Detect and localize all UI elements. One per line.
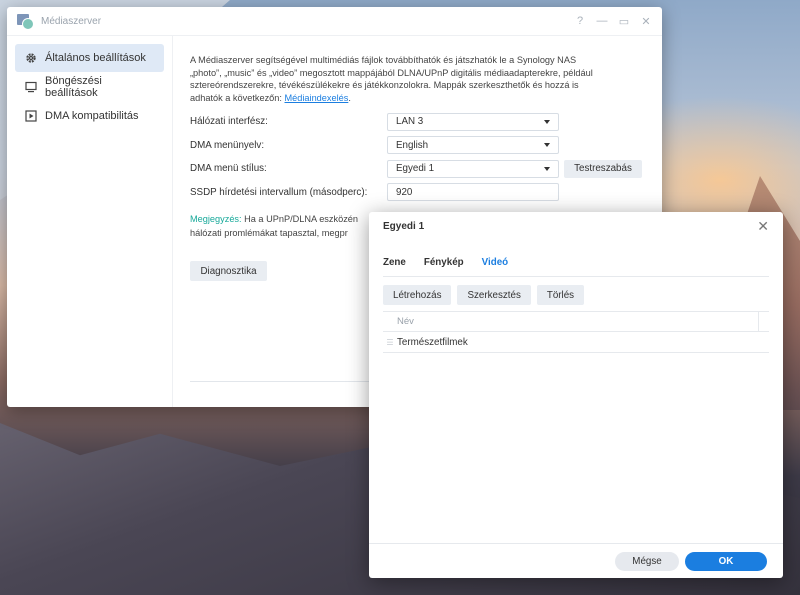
dialog-footer: Mégse OK bbox=[369, 543, 783, 578]
ssdp-interval-input[interactable] bbox=[387, 183, 559, 202]
menu-style-select[interactable]: Egyedi 1 bbox=[387, 159, 559, 178]
sidebar-item-label: DMA kompatibilitás bbox=[45, 110, 139, 122]
menu-language-select[interactable]: English bbox=[387, 136, 559, 155]
dialog-title: Egyedi 1 bbox=[383, 220, 425, 232]
drag-handle-icon[interactable]: ☰ bbox=[383, 338, 397, 347]
edit-button[interactable]: Szerkesztés bbox=[457, 285, 531, 305]
chevron-down-icon bbox=[544, 119, 550, 124]
dialog-toolbar: Létrehozás Szerkesztés Törlés bbox=[383, 285, 769, 305]
chevron-down-icon bbox=[544, 143, 550, 148]
table-row[interactable]: ☰ Természetfilmek bbox=[383, 332, 769, 353]
create-button[interactable]: Létrehozás bbox=[383, 285, 452, 305]
minimize-icon[interactable]: — bbox=[596, 15, 608, 28]
menu-items-grid: Név ☰ Természetfilmek bbox=[383, 311, 769, 353]
custom-style-dialog: Egyedi 1 ✕ Zene Fénykép Videó Létrehozás… bbox=[369, 212, 783, 578]
tab-photo[interactable]: Fénykép bbox=[424, 250, 464, 276]
diagnostics-button[interactable]: Diagnosztika bbox=[190, 261, 267, 281]
customize-button[interactable]: Testreszabás bbox=[564, 159, 642, 178]
tab-video[interactable]: Videó bbox=[482, 250, 509, 276]
dialog-tabs: Zene Fénykép Videó bbox=[383, 250, 769, 277]
sidebar-item-general-settings[interactable]: Általános beállítások bbox=[15, 44, 164, 72]
network-interface-label: Hálózati interfész: bbox=[190, 116, 268, 128]
monitor-icon bbox=[25, 81, 37, 93]
network-interface-row: Hálózati interfész: LAN 3 bbox=[190, 110, 652, 134]
menu-language-row: DMA menünyelv: English bbox=[190, 134, 652, 158]
column-header-name[interactable]: Név bbox=[397, 316, 414, 327]
row-name-cell: Természetfilmek bbox=[397, 336, 468, 348]
dialog-titlebar[interactable]: Egyedi 1 ✕ bbox=[369, 212, 783, 240]
sidebar: Általános beállítások Böngészési beállít… bbox=[7, 36, 173, 407]
gear-icon bbox=[25, 52, 37, 64]
note-prefix: Megjegyzés: bbox=[190, 214, 242, 224]
menu-language-label: DMA menünyelv: bbox=[190, 139, 265, 151]
ssdp-interval-label: SSDP hírdetési intervallum (másodperc): bbox=[190, 186, 368, 198]
grid-header: Név bbox=[383, 312, 769, 332]
window-titlebar[interactable]: Médiaszerver ? — ▭ ✕ bbox=[7, 7, 662, 36]
ok-button[interactable]: OK bbox=[685, 551, 767, 571]
sidebar-item-browse-settings[interactable]: Böngészési beállítások bbox=[15, 73, 164, 101]
description-text: A Médiaszerver segítségével multimédiás … bbox=[190, 55, 593, 103]
help-icon[interactable]: ? bbox=[574, 15, 586, 28]
tab-music[interactable]: Zene bbox=[383, 250, 406, 276]
network-interface-select[interactable]: LAN 3 bbox=[387, 112, 559, 131]
menu-style-label: DMA menü stílus: bbox=[190, 163, 267, 175]
media-indexing-link[interactable]: Médiaindexelés bbox=[285, 93, 349, 103]
window-title: Médiaszerver bbox=[41, 15, 102, 27]
ssdp-interval-row: SSDP hírdetési intervallum (másodperc): bbox=[190, 181, 652, 205]
menu-style-row: DMA menü stílus: Egyedi 1 Testreszabás bbox=[190, 157, 652, 181]
play-icon bbox=[25, 110, 37, 122]
sidebar-item-label: Általános beállítások bbox=[45, 52, 146, 64]
delete-button[interactable]: Törlés bbox=[536, 285, 585, 305]
cancel-button[interactable]: Mégse bbox=[615, 551, 679, 571]
chevron-down-icon bbox=[544, 166, 550, 171]
media-server-app-icon bbox=[17, 13, 34, 30]
close-icon[interactable]: ✕ bbox=[640, 15, 652, 28]
close-icon[interactable]: ✕ bbox=[757, 218, 769, 235]
maximize-icon[interactable]: ▭ bbox=[618, 15, 630, 28]
sidebar-item-label: Böngészési beállítások bbox=[45, 75, 102, 99]
sidebar-item-dma-compatibility[interactable]: DMA kompatibilitás bbox=[15, 102, 164, 130]
